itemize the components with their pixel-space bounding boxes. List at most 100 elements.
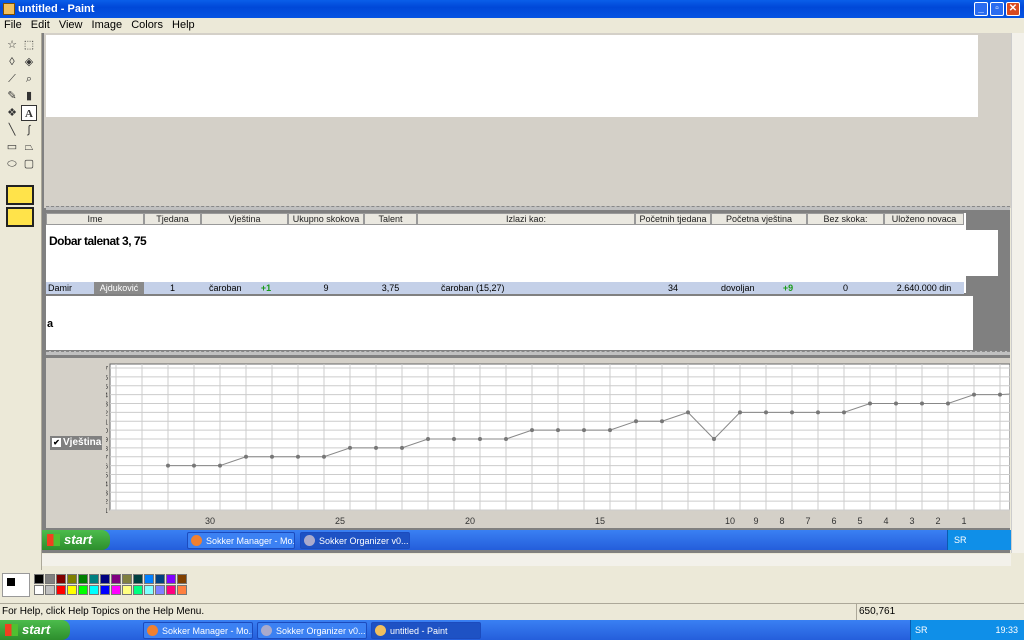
current-colors[interactable]	[2, 573, 30, 597]
pencil-icon[interactable]: ✎	[4, 88, 20, 104]
menu-colors[interactable]: Colors	[131, 19, 163, 31]
col-pocetna-vjestina[interactable]: Početna vještina	[711, 213, 807, 225]
curve-icon[interactable]: ∫	[21, 122, 37, 138]
splitter-top[interactable]	[46, 206, 1010, 210]
x-tick-label: 8	[779, 516, 784, 526]
table-row-selected[interactable]: Damir Ajduković 1 čaroban +1 9 3,75 čaro…	[46, 282, 964, 294]
col-talent[interactable]: Talent	[364, 213, 417, 225]
color-swatch[interactable]	[100, 574, 110, 584]
inner-lang[interactable]: SR	[954, 535, 967, 545]
color-swatch[interactable]	[155, 574, 165, 584]
task-label-2: untitled - Paint	[390, 626, 448, 636]
free-select-icon[interactable]: ☆	[4, 37, 20, 53]
color-swatch[interactable]	[144, 585, 154, 595]
brush-icon[interactable]: ▮	[21, 88, 37, 104]
cell-pocetna-vjestina: dovoljan	[721, 283, 755, 293]
start-button[interactable]: start	[0, 620, 70, 640]
magnifier-icon[interactable]: ⌕	[21, 71, 37, 87]
color-swatch[interactable]	[133, 585, 143, 595]
color-swatch[interactable]	[45, 585, 55, 595]
fill-icon[interactable]: ◈	[21, 54, 37, 70]
transparent-mode-icon[interactable]	[6, 207, 34, 227]
col-ukupno-skokova[interactable]: Ukupno skokova	[288, 213, 364, 225]
data-point	[270, 454, 274, 459]
splitter-bottom[interactable]	[46, 351, 1010, 355]
rectangle-icon[interactable]: ▭	[4, 139, 20, 155]
inner-task-sokker-manager[interactable]: Sokker Manager - Mo...	[187, 532, 295, 549]
menu-image[interactable]: Image	[92, 19, 123, 31]
color-swatch[interactable]	[45, 574, 55, 584]
task-label-1: Sokker Organizer v0....	[276, 626, 367, 636]
task-sokker-organizer[interactable]: Sokker Organizer v0....	[257, 622, 367, 639]
opaque-mode-icon[interactable]	[6, 185, 34, 205]
color-swatch[interactable]	[111, 585, 121, 595]
overlay-box-main: Dobar talenat 3, 75	[46, 230, 998, 276]
color-swatch[interactable]	[34, 585, 44, 595]
menu-file[interactable]: File	[4, 19, 22, 31]
picker-icon[interactable]: ⟋	[4, 71, 20, 87]
data-point	[452, 437, 456, 441]
menu-help[interactable]: Help	[172, 19, 195, 31]
col-ulozeno-novaca[interactable]: Uloženo novaca	[884, 213, 964, 225]
col-ime[interactable]: Ime	[46, 213, 144, 225]
inner-start-button[interactable]: start	[42, 530, 110, 550]
airbrush-icon[interactable]: ❖	[4, 105, 20, 121]
color-swatch[interactable]	[67, 585, 77, 595]
color-swatch[interactable]	[177, 574, 187, 584]
color-swatch[interactable]	[166, 585, 176, 595]
toolbox: ☆ ⬚ ◊ ◈ ⟋ ⌕ ✎ ▮ ❖ A ╲ ∫ ▭ ⏢ ⬭ ▢	[0, 33, 42, 571]
eraser-icon[interactable]: ◊	[4, 54, 20, 70]
y-tick-label: 4	[106, 481, 108, 488]
skill-line-chart: 1234567891011121314151617302520151098765…	[106, 363, 1010, 526]
color-swatch[interactable]	[155, 585, 165, 595]
cell-talent: 3,75	[381, 283, 400, 293]
ellipse-icon[interactable]: ⬭	[4, 156, 20, 172]
col-pocetnih-tjedana[interactable]: Početnih tjedana	[635, 213, 711, 225]
color-swatch[interactable]	[177, 585, 187, 595]
color-swatch[interactable]	[56, 585, 66, 595]
color-swatch[interactable]	[89, 574, 99, 584]
inner-task-sokker-organizer[interactable]: Sokker Organizer v0....	[300, 532, 410, 549]
menu-view[interactable]: View	[59, 19, 83, 31]
data-point	[556, 428, 560, 433]
rect-select-icon[interactable]: ⬚	[21, 37, 37, 53]
color-swatch[interactable]	[122, 574, 132, 584]
color-swatch[interactable]	[34, 574, 44, 584]
text-tool-icon[interactable]: A	[21, 105, 37, 121]
data-point	[738, 410, 742, 415]
color-swatch[interactable]	[67, 574, 77, 584]
menu-edit[interactable]: Edit	[31, 19, 50, 31]
color-swatch[interactable]	[144, 574, 154, 584]
col-vjestina[interactable]: Vještina	[201, 213, 288, 225]
color-swatch[interactable]	[78, 574, 88, 584]
vjestina-checkbox[interactable]: ✔ Vještina	[50, 436, 102, 450]
col-bez-skoka[interactable]: Bez skoka:	[807, 213, 884, 225]
rounded-rect-icon[interactable]: ▢	[21, 156, 37, 172]
x-tick-label: 2	[935, 516, 940, 526]
polygon-icon[interactable]: ⏢	[21, 139, 37, 155]
close-button[interactable]: ✕	[1006, 2, 1020, 16]
col-izlazi-kao[interactable]: Izlazi kao:	[417, 213, 635, 225]
color-swatch[interactable]	[133, 574, 143, 584]
color-swatch[interactable]	[166, 574, 176, 584]
horizontal-scrollbar[interactable]	[42, 554, 1011, 566]
color-swatch[interactable]	[100, 585, 110, 595]
color-swatch[interactable]	[111, 574, 121, 584]
y-tick-label: 8	[106, 446, 108, 453]
task-paint[interactable]: untitled - Paint	[371, 622, 481, 639]
maximize-button[interactable]: ▫	[990, 2, 1004, 16]
line-icon[interactable]: ╲	[4, 122, 20, 138]
color-swatch[interactable]	[122, 585, 132, 595]
lang-indicator[interactable]: SR	[915, 625, 928, 635]
data-point	[192, 463, 196, 468]
window-titlebar: untitled - Paint _ ▫ ✕	[0, 0, 1024, 18]
color-swatch[interactable]	[56, 574, 66, 584]
clock: 19:33	[995, 625, 1018, 635]
color-swatch[interactable]	[89, 585, 99, 595]
col-tjedana[interactable]: Tjedana	[144, 213, 201, 225]
minimize-button[interactable]: _	[974, 2, 988, 16]
task-sokker-manager[interactable]: Sokker Manager - Mo...	[143, 622, 253, 639]
x-tick-label: 1	[961, 516, 966, 526]
color-swatch[interactable]	[78, 585, 88, 595]
vertical-scrollbar[interactable]	[1011, 33, 1024, 553]
